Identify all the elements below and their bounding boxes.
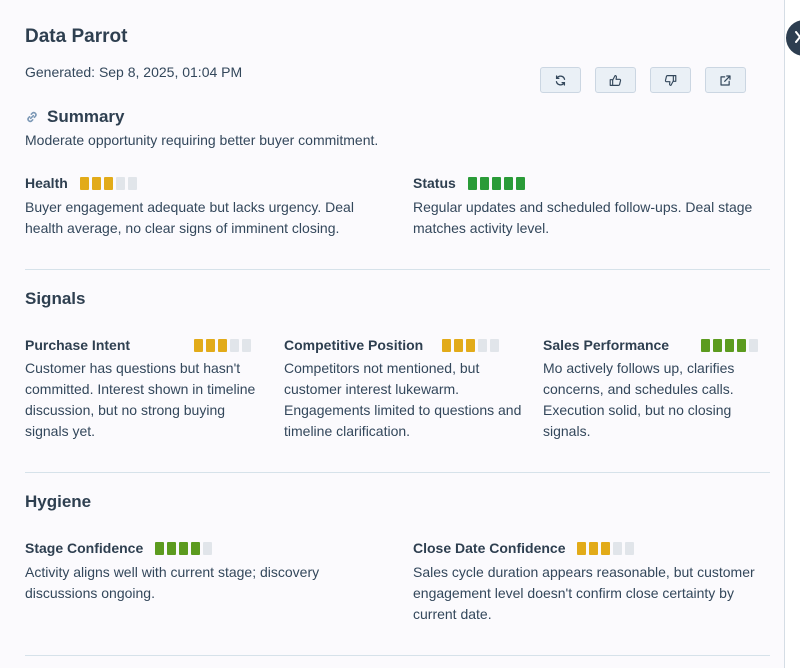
score-bar-filled bbox=[515, 176, 525, 190]
link-icon bbox=[27, 111, 37, 123]
score-bar-filled bbox=[577, 541, 587, 555]
score-bar-filled bbox=[725, 338, 734, 352]
score-bar-empty bbox=[203, 541, 213, 555]
health-header: Health bbox=[25, 175, 137, 191]
divider bbox=[25, 655, 770, 656]
hygiene-description: Sales cycle duration appears reasonable,… bbox=[413, 564, 755, 622]
external-link-icon bbox=[720, 74, 731, 86]
score-bar-empty bbox=[230, 338, 239, 352]
data-parrot-panel: Data Parrot Generated: Sep 8, 2025, 01:0… bbox=[0, 0, 785, 668]
signal-score-bars bbox=[701, 338, 758, 352]
status-score-bars bbox=[467, 176, 525, 190]
score-bar-filled bbox=[713, 338, 722, 352]
score-bar-filled bbox=[589, 541, 599, 555]
signal-label: Competitive Position bbox=[284, 337, 424, 353]
generated-timestamp: Generated: Sep 8, 2025, 01:04 PM bbox=[25, 64, 243, 80]
score-bar-filled bbox=[467, 176, 477, 190]
score-bar-empty bbox=[490, 338, 499, 352]
score-bar-filled bbox=[155, 541, 165, 555]
score-bar-empty bbox=[115, 176, 125, 190]
close-panel-button[interactable] bbox=[786, 20, 800, 56]
score-bar-empty bbox=[625, 541, 635, 555]
score-bar-empty bbox=[749, 338, 758, 352]
hygiene-label: Stage Confidence bbox=[25, 540, 144, 556]
signal-score-bars bbox=[194, 338, 251, 352]
refresh-icon bbox=[555, 74, 566, 86]
hygiene-heading: Hygiene bbox=[25, 492, 92, 511]
divider bbox=[25, 472, 770, 473]
score-bar-filled bbox=[454, 338, 463, 352]
signal-label: Sales Performance bbox=[543, 337, 670, 353]
panel-title: Data Parrot bbox=[25, 26, 128, 47]
score-bar-filled bbox=[179, 541, 189, 555]
action-toolbar bbox=[540, 67, 746, 93]
thumbs-up-button[interactable] bbox=[595, 67, 636, 93]
score-bar-filled bbox=[167, 541, 177, 555]
close-icon bbox=[795, 31, 800, 43]
score-bar-filled bbox=[194, 338, 203, 352]
score-bar-filled bbox=[91, 176, 101, 190]
signal-label: Purchase Intent bbox=[25, 337, 131, 353]
summary-heading: Summary bbox=[47, 107, 125, 126]
score-bar-filled bbox=[218, 338, 227, 352]
score-bar-empty bbox=[613, 541, 623, 555]
score-bar-filled bbox=[737, 338, 746, 352]
thumbs-down-button[interactable] bbox=[650, 67, 691, 93]
score-bar-filled bbox=[701, 338, 710, 352]
hygiene-stage-confidence-header: Stage Confidence bbox=[25, 540, 213, 556]
open-external-button[interactable] bbox=[705, 67, 746, 93]
score-bar-filled bbox=[503, 176, 513, 190]
score-bar-filled bbox=[206, 338, 215, 352]
score-bar-filled bbox=[103, 176, 113, 190]
signal-score-bars bbox=[442, 338, 499, 352]
health-description: Buyer engagement adequate but lacks urge… bbox=[25, 199, 354, 236]
signal-description: Mo actively follows up, clarifies concer… bbox=[543, 360, 735, 439]
summary-header: Summary bbox=[25, 107, 124, 127]
health-label: Health bbox=[25, 175, 68, 191]
thumbs-up-icon bbox=[609, 74, 622, 86]
signal-sales-performance-header: Sales Performance bbox=[543, 337, 758, 353]
score-bar-empty bbox=[127, 176, 137, 190]
health-score-bars bbox=[79, 176, 137, 190]
hygiene-label: Close Date Confidence bbox=[413, 540, 566, 556]
signal-description: Competitors not mentioned, but customer … bbox=[284, 360, 522, 439]
score-bar-filled bbox=[479, 176, 489, 190]
hygiene-score-bars bbox=[155, 541, 213, 555]
signal-competitive-position-header: Competitive Position bbox=[284, 337, 499, 353]
divider bbox=[25, 269, 770, 270]
hygiene-description: Activity aligns well with current stage;… bbox=[25, 564, 320, 601]
score-bar-filled bbox=[466, 338, 475, 352]
signal-purchase-intent-header: Purchase Intent bbox=[25, 337, 251, 353]
score-bar-empty bbox=[242, 338, 251, 352]
status-label: Status bbox=[413, 175, 456, 191]
hygiene-score-bars bbox=[577, 541, 635, 555]
signals-heading: Signals bbox=[25, 289, 86, 308]
refresh-button[interactable] bbox=[540, 67, 581, 93]
summary-text: Moderate opportunity requiring better bu… bbox=[25, 132, 379, 148]
score-bar-filled bbox=[491, 176, 501, 190]
score-bar-filled bbox=[191, 541, 201, 555]
status-header: Status bbox=[413, 175, 525, 191]
score-bar-filled bbox=[442, 338, 451, 352]
signal-description: Customer has questions but hasn't commit… bbox=[25, 360, 256, 439]
score-bar-empty bbox=[478, 338, 487, 352]
hygiene-close-date-confidence-header: Close Date Confidence bbox=[413, 540, 635, 556]
score-bar-filled bbox=[79, 176, 89, 190]
thumbs-down-icon bbox=[664, 74, 677, 86]
score-bar-filled bbox=[601, 541, 611, 555]
status-description: Regular updates and scheduled follow-ups… bbox=[413, 199, 753, 236]
